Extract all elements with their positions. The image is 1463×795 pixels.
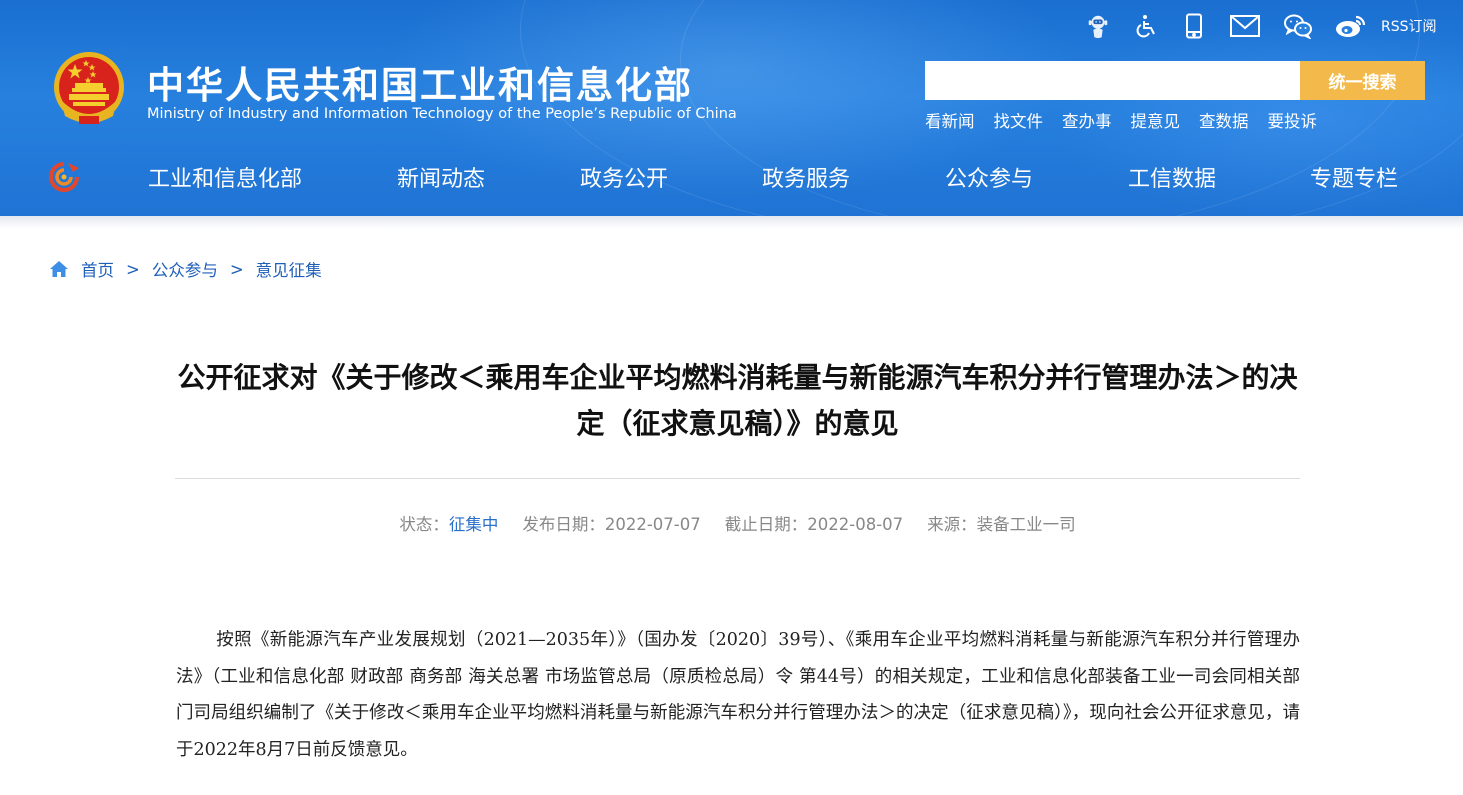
miit-logo-icon[interactable] bbox=[46, 160, 82, 194]
mobile-icon[interactable] bbox=[1181, 12, 1207, 40]
nav-item-government-affairs[interactable]: 政务公开 bbox=[580, 161, 668, 193]
nav-item-special-topics[interactable]: 专题专栏 bbox=[1310, 161, 1398, 193]
search-button[interactable]: 统一搜索 bbox=[1300, 61, 1425, 100]
quick-link-news[interactable]: 看新闻 bbox=[925, 108, 975, 132]
deadline-value: 2022-08-07 bbox=[807, 515, 904, 534]
quick-links: 看新闻 找文件 查办事 提意见 查数据 要投诉 bbox=[925, 108, 1336, 132]
wechat-icon[interactable] bbox=[1283, 12, 1313, 40]
deadline-label: 截止日期： bbox=[724, 515, 808, 534]
source-label: 来源： bbox=[927, 515, 977, 534]
accessibility-icon[interactable] bbox=[1133, 12, 1159, 40]
article-body-paragraph: 按照《新能源汽车产业发展规划（2021—2035年）》（国办发〔2020〕39号… bbox=[176, 630, 1300, 760]
utility-icons: RSS订阅 bbox=[1085, 9, 1437, 43]
breadcrumb-public-participation-link[interactable]: 公众参与 bbox=[152, 257, 218, 281]
nav-item-news[interactable]: 新闻动态 bbox=[397, 161, 485, 193]
breadcrumb-opinion-collection-link[interactable]: 意见征集 bbox=[256, 257, 322, 281]
quick-link-suggestions[interactable]: 提意见 bbox=[1131, 108, 1181, 132]
site-title: 中华人民共和国工业和信息化部 bbox=[147, 64, 693, 107]
weibo-icon[interactable] bbox=[1335, 12, 1367, 40]
mail-icon[interactable] bbox=[1229, 12, 1261, 40]
quick-link-documents[interactable]: 找文件 bbox=[994, 108, 1044, 132]
status-value: 征集中 bbox=[448, 515, 499, 534]
nav-item-ministry[interactable]: 工业和信息化部 bbox=[148, 161, 302, 193]
article-meta: 状态：征集中 发布日期：2022-07-07 截止日期：2022-08-07 来源：装… bbox=[175, 511, 1300, 535]
search-input[interactable] bbox=[925, 61, 1300, 100]
publish-date-label: 发布日期： bbox=[522, 515, 605, 534]
nav-item-public-participation[interactable]: 公众参与 bbox=[945, 161, 1033, 193]
status-label: 状态： bbox=[399, 515, 449, 534]
national-emblem-icon bbox=[54, 52, 124, 124]
article-title: 公开征求对《关于修改＜乘用车企业平均燃料消耗量与新能源汽车积分并行管理办法＞的决… bbox=[177, 361, 1298, 440]
breadcrumb-separator: > bbox=[229, 259, 244, 279]
publish-date-value: 2022-07-07 bbox=[604, 515, 701, 534]
title-divider bbox=[175, 478, 1300, 479]
site-subtitle: Ministry of Industry and Information Tec… bbox=[147, 106, 737, 122]
site-header: 中华人民共和国工业和信息化部 Ministry of Industry and … bbox=[0, 0, 1463, 216]
quick-link-complaints[interactable]: 要投诉 bbox=[1268, 108, 1318, 132]
robot-assistant-icon[interactable] bbox=[1085, 12, 1111, 40]
home-icon[interactable] bbox=[49, 259, 69, 279]
quick-link-data[interactable]: 查数据 bbox=[1199, 108, 1249, 132]
nav-item-government-services[interactable]: 政务服务 bbox=[762, 161, 850, 193]
quick-link-services[interactable]: 查办事 bbox=[1062, 108, 1112, 132]
header-shadow bbox=[0, 216, 1463, 230]
rss-subscribe-link[interactable]: RSS订阅 bbox=[1381, 16, 1437, 36]
breadcrumb-home-link[interactable]: 首页 bbox=[81, 257, 114, 281]
breadcrumb-separator: > bbox=[126, 259, 140, 279]
source-value: 装备工业一司 bbox=[976, 515, 1076, 534]
search-bar: 统一搜索 bbox=[925, 61, 1425, 100]
breadcrumb: 首页 > 公众参与 > 意见征集 bbox=[49, 257, 322, 281]
nav-item-industry-data[interactable]: 工信数据 bbox=[1128, 161, 1216, 193]
